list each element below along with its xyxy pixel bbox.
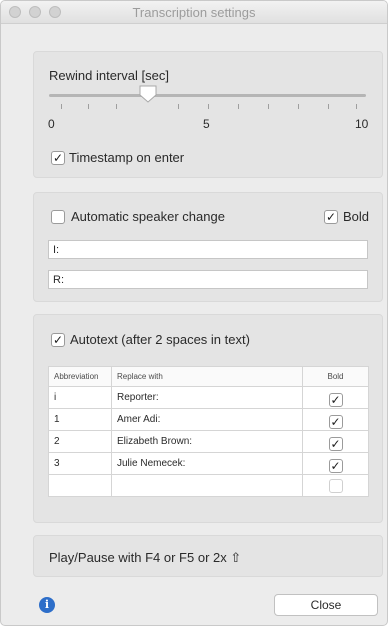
slider-mid-label: 5 <box>203 117 210 131</box>
timestamp-checkbox[interactable]: ✓ <box>51 151 65 165</box>
automatic-speaker-label: Automatic speaker change <box>71 209 225 224</box>
slider-tick <box>298 104 299 109</box>
slider-tick <box>238 104 239 109</box>
timestamp-label: Timestamp on enter <box>69 150 185 165</box>
slider-tick <box>178 104 179 109</box>
table-row[interactable]: 1 Amer Adi: ✓ <box>48 408 369 431</box>
info-icon[interactable]: i <box>39 597 55 613</box>
table-header-row: Abbreviation Replace with Bold <box>48 366 369 387</box>
interviewer-field[interactable]: I: <box>48 240 368 259</box>
slider-tick <box>88 104 89 109</box>
autotext-table: Abbreviation Replace with Bold i Reporte… <box>48 366 369 497</box>
bold-cell: ✓ <box>302 408 369 431</box>
table-row-empty[interactable] <box>48 474 369 497</box>
slider-tick <box>356 104 357 109</box>
playpause-label: Play/Pause with F4 or F5 or 2x ⇧ <box>49 550 242 565</box>
autotext-checkbox[interactable]: ✓ <box>51 333 65 347</box>
bold-cell: ✓ <box>302 452 369 475</box>
row-bold-checkbox[interactable]: ✓ <box>328 414 343 429</box>
table-row[interactable]: i Reporter: ✓ <box>48 386 369 409</box>
column-header-replace-with[interactable]: Replace with <box>111 366 303 387</box>
abbreviation-cell[interactable]: 1 <box>48 408 112 431</box>
table-row[interactable]: 3 Julie Nemecek: ✓ <box>48 452 369 475</box>
slider-tick <box>208 104 209 109</box>
row-bold-checkbox[interactable]: ✓ <box>328 458 343 473</box>
abbreviation-cell[interactable] <box>48 474 112 497</box>
automatic-speaker-checkbox[interactable] <box>51 210 65 224</box>
slider-max-label: 10 <box>355 117 369 131</box>
bold-cell: ✓ <box>302 430 369 453</box>
slider-tick <box>268 104 269 109</box>
rewind-slider-thumb[interactable] <box>138 85 158 103</box>
replace-with-cell[interactable]: Reporter: <box>111 386 303 409</box>
replace-with-cell[interactable]: Julie Nemecek: <box>111 452 303 475</box>
bold-cell: ✓ <box>302 386 369 409</box>
slider-tick <box>116 104 117 109</box>
bold-label: Bold <box>343 209 370 224</box>
rewind-slider-track[interactable] <box>49 94 366 97</box>
bold-checkbox[interactable]: ✓ <box>324 210 338 224</box>
column-header-bold[interactable]: Bold <box>302 366 369 387</box>
abbreviation-cell[interactable]: 3 <box>48 452 112 475</box>
autotext-label: Autotext (after 2 spaces in text) <box>70 332 250 347</box>
replace-with-cell[interactable] <box>111 474 303 497</box>
transcription-settings-window: Transcription settings Rewind interval [… <box>0 0 388 626</box>
bold-cell <box>302 474 369 497</box>
window-title: Transcription settings <box>132 5 256 20</box>
close-button[interactable]: Close <box>274 594 378 616</box>
slider-tick <box>328 104 329 109</box>
slider-tick <box>61 104 62 109</box>
replace-with-cell[interactable]: Amer Adi: <box>111 408 303 431</box>
row-bold-checkbox[interactable]: ✓ <box>328 392 343 407</box>
slider-min-label: 0 <box>48 117 55 131</box>
row-bold-checkbox[interactable] <box>328 479 343 493</box>
rewind-interval-label: Rewind interval [sec] <box>49 68 169 83</box>
row-bold-checkbox[interactable]: ✓ <box>328 436 343 451</box>
abbreviation-cell[interactable]: 2 <box>48 430 112 453</box>
replace-with-cell[interactable]: Elizabeth Brown: <box>111 430 303 453</box>
column-header-abbreviation[interactable]: Abbreviation <box>48 366 112 387</box>
title-bar: Transcription settings <box>1 1 387 24</box>
abbreviation-cell[interactable]: i <box>48 386 112 409</box>
respondent-field[interactable]: R: <box>48 270 368 289</box>
table-row[interactable]: 2 Elizabeth Brown: ✓ <box>48 430 369 453</box>
